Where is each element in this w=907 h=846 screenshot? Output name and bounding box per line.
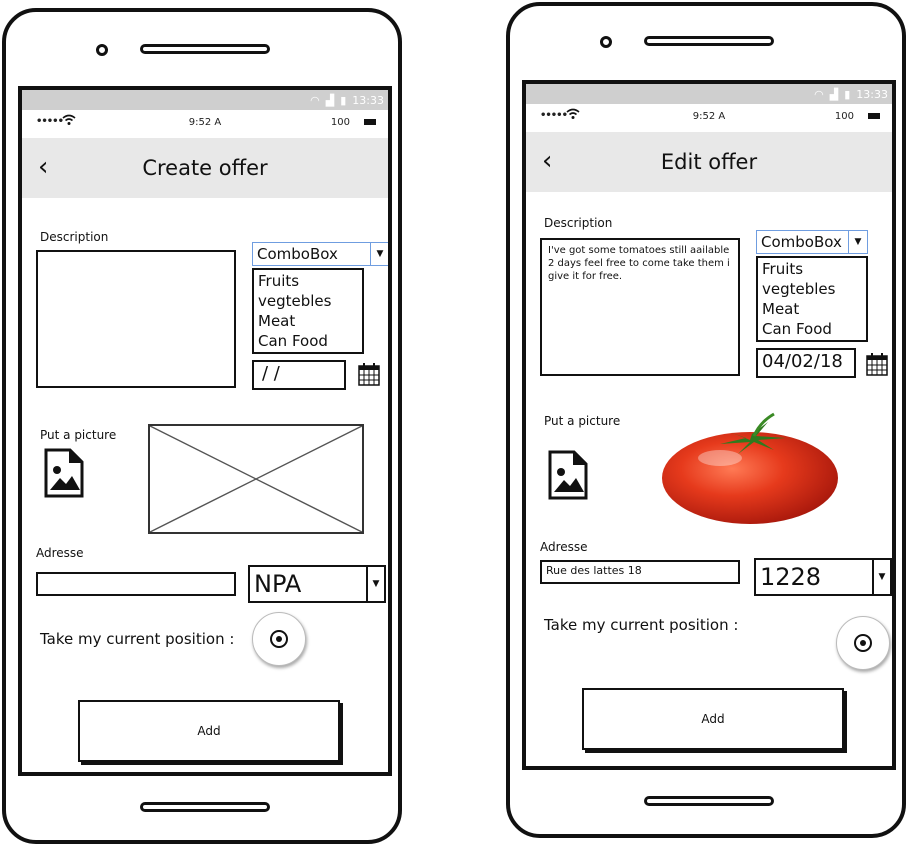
description-label: Description bbox=[544, 216, 613, 230]
current-position-label: Take my current position : bbox=[40, 630, 235, 648]
battery-icon bbox=[868, 113, 880, 119]
speaker-grille bbox=[140, 44, 270, 54]
image-file-icon[interactable] bbox=[546, 450, 590, 500]
target-icon bbox=[854, 634, 872, 652]
wifi-icon: ◠ bbox=[310, 93, 320, 107]
wifi-icon bbox=[566, 108, 580, 123]
add-button[interactable]: Add bbox=[78, 700, 340, 762]
image-file-icon[interactable] bbox=[42, 448, 86, 498]
picture-placeholder[interactable] bbox=[148, 424, 364, 534]
address-label: Adresse bbox=[540, 540, 588, 554]
npa-value: 1228 bbox=[760, 563, 822, 591]
signal-icon: ▟ bbox=[325, 93, 335, 107]
speaker-grille bbox=[644, 36, 774, 46]
category-option[interactable]: vegtebles bbox=[258, 291, 358, 311]
description-textarea[interactable] bbox=[36, 250, 236, 388]
target-icon bbox=[270, 630, 288, 648]
category-list[interactable]: Fruits vegtebles Meat Can Food bbox=[252, 268, 364, 354]
screen-create-offer: ◠ ▟ ▮ 13:33 ••••• 9:52 A 100 ‹ Create of… bbox=[18, 86, 392, 776]
signal-dots: ••••• bbox=[540, 110, 568, 121]
add-button[interactable]: Add bbox=[582, 688, 844, 750]
phone-create-offer: ◠ ▟ ▮ 13:33 ••••• 9:52 A 100 ‹ Create of… bbox=[2, 8, 402, 844]
battery-icon: ▮ bbox=[844, 87, 851, 101]
category-option[interactable]: Fruits bbox=[762, 259, 862, 279]
back-arrow-icon[interactable]: ‹ bbox=[542, 146, 552, 176]
category-list[interactable]: Fruits vegtebles Meat Can Food bbox=[756, 256, 868, 342]
address-input[interactable] bbox=[36, 572, 236, 596]
signal-icon: ▟ bbox=[829, 87, 839, 101]
category-option[interactable]: Fruits bbox=[258, 271, 358, 291]
combobox-value: ComboBox bbox=[761, 233, 842, 251]
category-option[interactable]: Meat bbox=[258, 311, 358, 331]
page-title: Edit offer bbox=[660, 150, 758, 174]
battery-level: 100 bbox=[834, 111, 854, 122]
front-camera bbox=[600, 36, 612, 48]
category-combobox[interactable]: ComboBox ▼ bbox=[252, 242, 388, 266]
current-position-button[interactable] bbox=[252, 612, 306, 666]
battery-level: 100 bbox=[330, 117, 350, 128]
signal-dots: ••••• bbox=[36, 116, 64, 127]
date-field[interactable]: 04/02/18 bbox=[756, 348, 856, 378]
battery-icon bbox=[364, 119, 376, 125]
page-title: Create offer bbox=[142, 156, 268, 180]
npa-value: NPA bbox=[254, 570, 302, 598]
chevron-down-icon[interactable]: ▼ bbox=[366, 567, 384, 601]
category-option[interactable]: Can Food bbox=[258, 331, 358, 351]
combobox-value: ComboBox bbox=[257, 245, 338, 263]
home-button[interactable] bbox=[140, 802, 270, 812]
date-field[interactable]: / / bbox=[252, 360, 346, 390]
status-time: 9:52 A bbox=[188, 117, 222, 128]
chevron-down-icon[interactable]: ▼ bbox=[370, 243, 388, 265]
picture-label: Put a picture bbox=[544, 414, 621, 428]
chevron-down-icon[interactable]: ▼ bbox=[848, 231, 867, 253]
current-position-label: Take my current position : bbox=[544, 616, 739, 634]
picture-label: Put a picture bbox=[40, 428, 117, 442]
address-input[interactable]: Rue des lattes 18 bbox=[540, 560, 740, 584]
nav-bar: ‹ Create offer bbox=[22, 138, 388, 198]
npa-select[interactable]: 1228 ▼ bbox=[754, 558, 892, 596]
home-button[interactable] bbox=[644, 796, 774, 806]
status-bar: ••••• 9:52 A 100 bbox=[526, 104, 892, 130]
current-position-button[interactable] bbox=[836, 616, 890, 670]
category-option[interactable]: Can Food bbox=[762, 319, 862, 339]
description-textarea[interactable]: I've got some tomatoes still aailable 2 … bbox=[540, 238, 740, 376]
phone-edit-offer: ◠ ▟ ▮ 13:33 ••••• 9:52 A 100 ‹ Edit offe… bbox=[506, 2, 906, 838]
description-label: Description bbox=[40, 230, 109, 244]
battery-icon: ▮ bbox=[340, 93, 347, 107]
screen-edit-offer: ◠ ▟ ▮ 13:33 ••••• 9:52 A 100 ‹ Edit offe… bbox=[522, 80, 896, 770]
category-option[interactable]: vegtebles bbox=[762, 279, 862, 299]
back-arrow-icon[interactable]: ‹ bbox=[38, 152, 48, 182]
front-camera bbox=[96, 44, 108, 56]
tomato-picture[interactable] bbox=[650, 410, 850, 530]
npa-select[interactable]: NPA ▼ bbox=[248, 565, 386, 603]
category-option[interactable]: Meat bbox=[762, 299, 862, 319]
system-bar: ◠ ▟ ▮ 13:33 bbox=[526, 84, 892, 104]
system-clock: 13:33 bbox=[352, 93, 384, 107]
calendar-icon[interactable] bbox=[866, 352, 888, 376]
wifi-icon: ◠ bbox=[814, 87, 824, 101]
status-bar: ••••• 9:52 A 100 bbox=[22, 110, 388, 136]
nav-bar: ‹ Edit offer bbox=[526, 132, 892, 192]
wifi-icon bbox=[62, 114, 76, 129]
system-clock: 13:33 bbox=[856, 87, 888, 101]
status-time: 9:52 A bbox=[692, 111, 726, 122]
category-combobox[interactable]: ComboBox ▼ bbox=[756, 230, 868, 254]
calendar-icon[interactable] bbox=[358, 362, 380, 386]
system-bar: ◠ ▟ ▮ 13:33 bbox=[22, 90, 388, 110]
address-label: Adresse bbox=[36, 546, 84, 560]
chevron-down-icon[interactable]: ▼ bbox=[872, 560, 890, 594]
